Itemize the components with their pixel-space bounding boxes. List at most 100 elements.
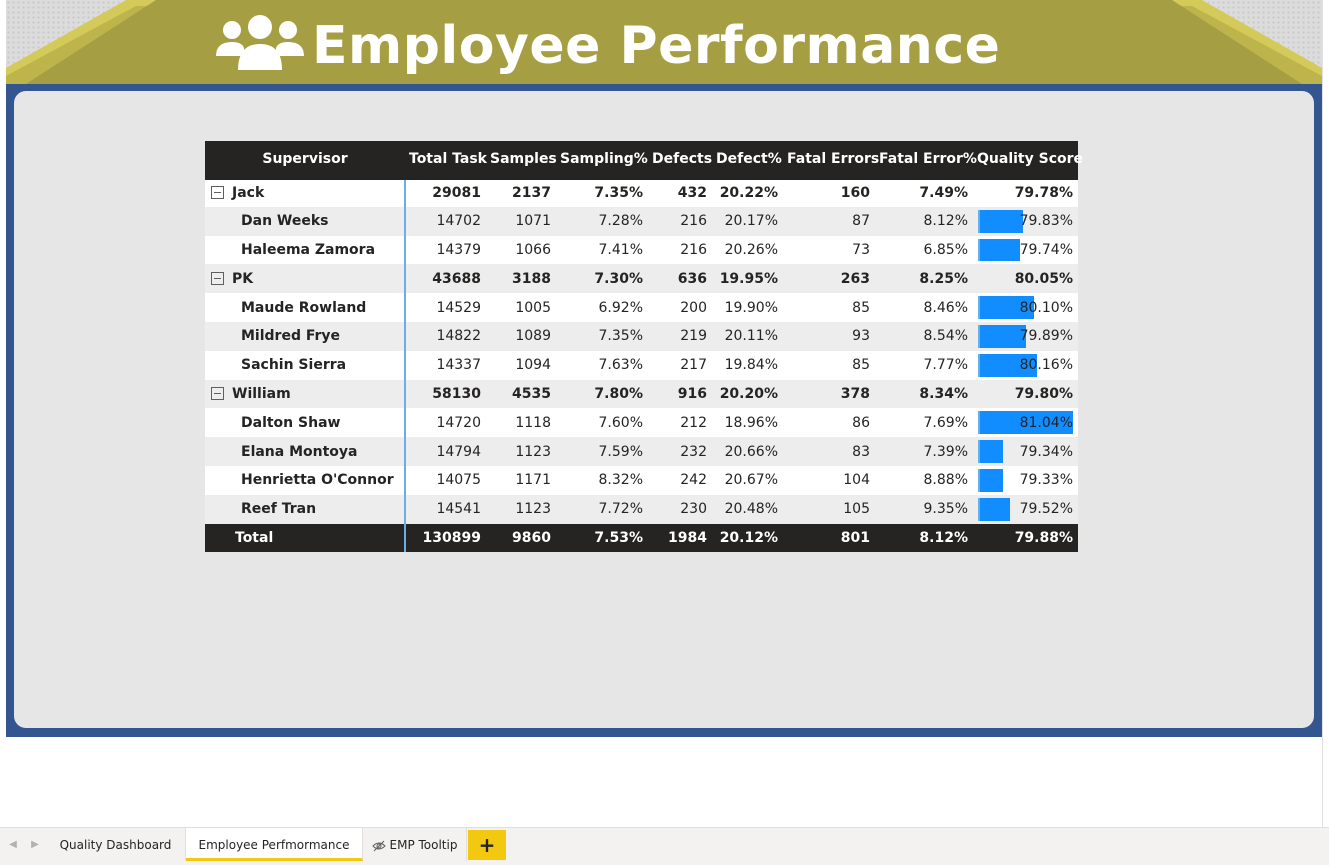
cell: 14075 (405, 465, 486, 495)
cell: 216 (648, 206, 712, 236)
total-cell: 1984 (648, 523, 712, 552)
cell: 3188 (486, 264, 556, 294)
cell: 230 (648, 494, 712, 524)
cell: 14720 (405, 408, 486, 438)
cell: 73 (783, 235, 875, 265)
column-header[interactable]: Total Task (405, 141, 487, 178)
collapse-icon[interactable] (211, 271, 224, 285)
prev-page-icon[interactable]: ◀ (6, 838, 20, 852)
vertical-scrollbar[interactable] (1322, 0, 1329, 827)
cell: 7.35% (556, 321, 648, 351)
total-label: Total (205, 523, 406, 552)
cell: 1071 (486, 206, 556, 236)
hidden-eye-icon (371, 840, 386, 852)
tab-quality-dashboard[interactable]: Quality Dashboard (46, 828, 186, 861)
total-cell: 20.12% (712, 523, 783, 552)
column-header[interactable]: Fatal Error% (875, 141, 977, 178)
cell: 1123 (486, 437, 556, 466)
quality-score-cell: 80.10% (973, 293, 1078, 322)
cell: 8.46% (875, 293, 973, 322)
cell: 86 (783, 408, 875, 438)
page-title: Employee Performance (312, 16, 1001, 76)
cell: 9.35% (875, 494, 973, 524)
total-cell: 79.88% (973, 523, 1078, 552)
collapse-icon[interactable] (211, 386, 224, 400)
cell: 7.41% (556, 235, 648, 265)
table-row: Henrietta O'Connor 14075 1171 8.32% 242 20.67… (205, 465, 1078, 495)
cell: 87 (783, 206, 875, 236)
matrix-header-row: Supervisor Total Task Samples Sampling% Defe… (205, 141, 1083, 178)
cell: 18.96% (712, 408, 783, 438)
cell: 7.49% (875, 176, 973, 207)
column-header[interactable]: Quality Score (973, 141, 1083, 178)
cell: 1123 (486, 494, 556, 524)
quality-score-value: 79.33% (1019, 472, 1073, 489)
quality-score-cell: 79.83% (973, 206, 1078, 236)
column-header[interactable]: Defects (648, 141, 712, 178)
cell: 20.67% (712, 465, 783, 495)
cell: 20.11% (712, 321, 783, 351)
cell: 7.28% (556, 206, 648, 236)
cell: 14541 (405, 494, 486, 524)
column-header[interactable]: Sampling% (556, 141, 648, 178)
next-page-icon[interactable]: ▶ (28, 838, 42, 852)
employee-name: Elana Montoya (205, 437, 406, 466)
cell: 1171 (486, 465, 556, 495)
cell: 20.17% (712, 206, 783, 236)
quality-score-value: 81.04% (1019, 414, 1073, 431)
cell: 83 (783, 437, 875, 466)
column-header[interactable]: Defect% (712, 141, 783, 178)
cell: 1094 (486, 350, 556, 380)
cell: 85 (783, 293, 875, 322)
cell: 20.20% (712, 379, 783, 409)
cell: 1066 (486, 235, 556, 265)
cell: 14822 (405, 321, 486, 351)
cell: 14337 (405, 350, 486, 380)
cell: 79.80% (973, 379, 1078, 409)
tab-label: Quality Dashboard (59, 838, 172, 852)
group-name: Jack (232, 185, 265, 202)
table-row: Dan Weeks 14702 1071 7.28% 216 20.17% 87 8.12% 7… (205, 206, 1078, 236)
quality-score-value: 79.89% (1019, 328, 1073, 345)
cell: 14529 (405, 293, 486, 322)
cell: 8.25% (875, 264, 973, 294)
employee-name: Mildred Frye (205, 321, 406, 351)
cell: 104 (783, 465, 875, 495)
cell: 263 (783, 264, 875, 294)
cell: 6.85% (875, 235, 973, 265)
tab-emp-tooltip[interactable]: EMP Tooltip (363, 828, 467, 861)
employee-name: Henrietta O'Connor (205, 465, 406, 495)
column-header[interactable]: Fatal Errors (783, 141, 879, 178)
cell: 7.72% (556, 494, 648, 524)
cell: 7.35% (556, 176, 648, 207)
group-row: Jack 29081 2137 7.35% 432 20.22% 160 7.49% 79.78… (205, 176, 1078, 207)
matrix-body: Jack 29081 2137 7.35% 432 20.22% 160 7.49% 79.78… (205, 176, 1078, 524)
quality-score-value: 79.83% (1019, 213, 1073, 230)
total-row: Total 130899 9860 7.53% 1984 20.12% 801 8.12% 79… (205, 523, 1078, 552)
collapse-icon[interactable] (211, 186, 224, 200)
column-header[interactable]: Samples (486, 141, 557, 178)
table-row: Mildred Frye 14822 1089 7.35% 219 20.11% 93 8.5… (205, 321, 1078, 351)
total-cell: 801 (783, 523, 875, 552)
table-row: Reef Tran 14541 1123 7.72% 230 20.48% 105 9.35%… (205, 494, 1078, 524)
cell: 19.90% (712, 293, 783, 322)
group-name: William (232, 385, 291, 402)
cell: 8.88% (875, 465, 973, 495)
cell: 219 (648, 321, 712, 351)
column-header[interactable]: Supervisor (205, 141, 405, 178)
employee-name: Dalton Shaw (205, 408, 406, 438)
table-row: Dalton Shaw 14720 1118 7.60% 212 18.96% 86 7.69… (205, 408, 1078, 438)
quality-score-cell: 81.04% (973, 408, 1078, 438)
cell: 80.05% (973, 264, 1078, 294)
cell: 212 (648, 408, 712, 438)
cell: 2137 (486, 176, 556, 207)
cell: 7.60% (556, 408, 648, 438)
tab-employee-performance[interactable]: Employee Perfmormance (186, 828, 363, 861)
add-page-button[interactable]: + (468, 830, 506, 860)
cell: 8.54% (875, 321, 973, 351)
group-header: Jack (205, 176, 406, 207)
group-row: William 58130 4535 7.80% 916 20.20% 378 8.34% 79… (205, 379, 1078, 409)
report-canvas: Employee Performance Supervisor Total Tas… (0, 0, 1329, 865)
cell: 217 (648, 350, 712, 380)
employee-matrix[interactable]: Supervisor Total Task Samples Sampling% Defe… (205, 141, 1083, 552)
